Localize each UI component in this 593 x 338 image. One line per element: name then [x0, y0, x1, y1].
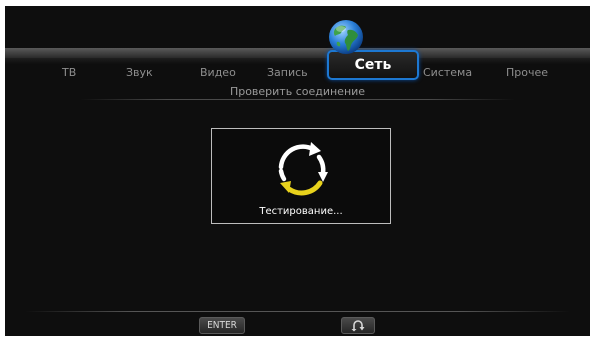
tab-network-label: Сеть — [354, 57, 392, 73]
tab-tv[interactable]: ТВ — [62, 66, 76, 79]
section-subtitle: Проверить соединение — [229, 85, 366, 98]
connection-test-dialog: Тестирование... — [211, 128, 391, 224]
tv-screen: ТВ Звук Видео Запись Система Прочее Сеть… — [5, 6, 590, 336]
tab-recording[interactable]: Запись — [267, 66, 308, 79]
tab-video[interactable]: Видео — [200, 66, 236, 79]
testing-status-text: Тестирование... — [259, 206, 343, 217]
return-arrow-icon — [351, 320, 365, 332]
divider-bottom — [25, 311, 570, 312]
menu-bar-background — [5, 48, 590, 58]
tab-other[interactable]: Прочее — [506, 66, 548, 79]
refresh-spinner-icon — [267, 135, 335, 203]
tab-sound[interactable]: Звук — [126, 66, 153, 79]
tab-system[interactable]: Система — [423, 66, 472, 79]
return-button[interactable] — [341, 317, 375, 334]
settings-tabs: ТВ Звук Видео Запись Система Прочее — [5, 62, 590, 84]
globe-icon — [327, 18, 365, 56]
enter-button[interactable]: ENTER — [199, 317, 245, 334]
divider-top — [80, 99, 515, 100]
